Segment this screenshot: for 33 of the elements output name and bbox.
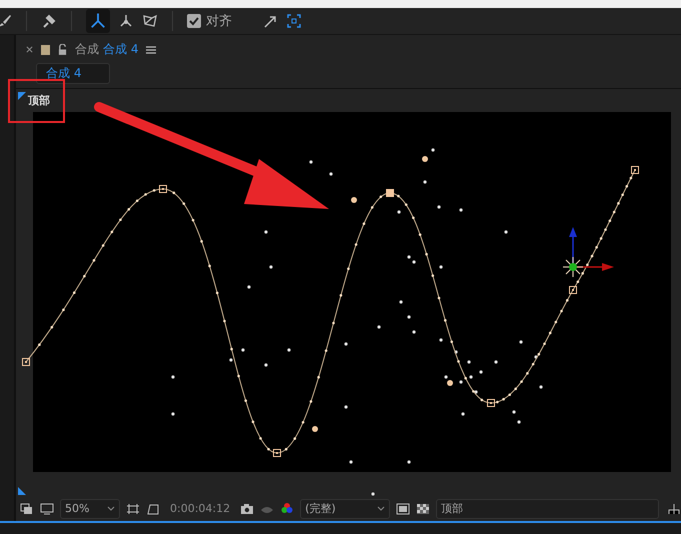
grid-icon[interactable] xyxy=(126,502,140,516)
snap-checkbox[interactable] xyxy=(187,14,201,28)
view-label: 顶部 xyxy=(28,92,50,108)
color-swatch[interactable] xyxy=(41,44,50,55)
transparency-grid-icon[interactable] xyxy=(416,502,430,516)
brush-icon[interactable] xyxy=(0,12,12,29)
timecode[interactable]: 0:00:04:12 xyxy=(166,502,234,516)
comp-name[interactable]: 合成 4 xyxy=(103,41,138,58)
mask-icon[interactable] xyxy=(146,502,160,516)
highlight-annotation xyxy=(8,78,65,123)
camera-icon[interactable] xyxy=(240,502,254,516)
transform-gizmo-icon xyxy=(562,226,614,278)
caret-icon xyxy=(377,506,386,512)
lock-icon[interactable] xyxy=(58,44,67,56)
zoom-dropdown[interactable]: 50% xyxy=(60,498,120,519)
comp-tab[interactable]: 合成 4 xyxy=(36,63,110,84)
flowchart-icon[interactable] xyxy=(667,502,681,516)
corner-marker-icon xyxy=(18,92,26,100)
color-channels-icon[interactable] xyxy=(280,502,294,516)
panel-title: 合成 xyxy=(75,41,99,58)
menu-icon[interactable] xyxy=(146,44,156,55)
box-axis-icon[interactable] xyxy=(142,12,158,29)
region-icon[interactable] xyxy=(396,502,410,516)
layers-icon[interactable] xyxy=(20,502,34,516)
view-dropdown[interactable]: 顶部 xyxy=(436,498,659,519)
caret-icon xyxy=(107,506,115,512)
monitor-icon[interactable] xyxy=(40,502,54,516)
frame-icon[interactable] xyxy=(286,12,302,29)
close-icon[interactable] xyxy=(26,46,33,54)
resolution-dropdown[interactable]: (完整) xyxy=(300,498,390,519)
axis-icon[interactable] xyxy=(86,8,110,33)
snap-label: 对齐 xyxy=(206,12,232,30)
axis-icon[interactable] xyxy=(118,12,134,29)
